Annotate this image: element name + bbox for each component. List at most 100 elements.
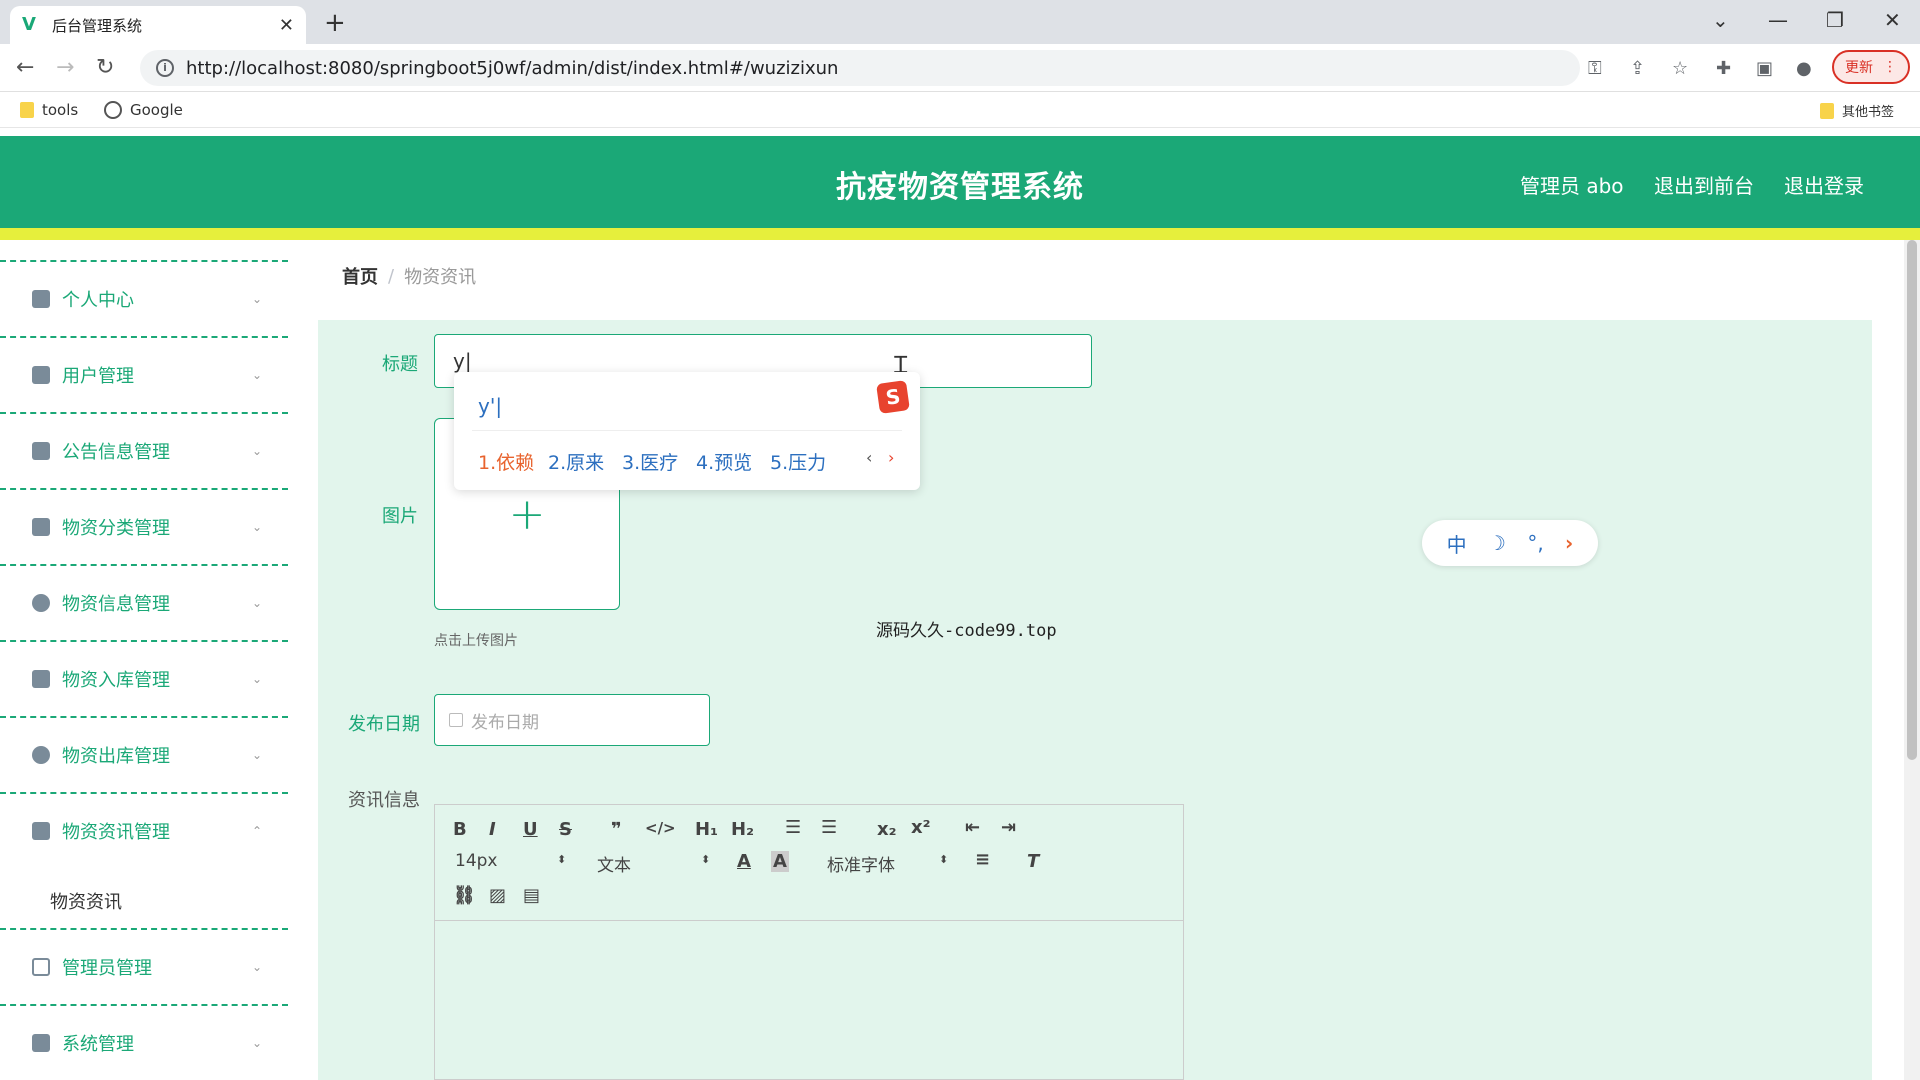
page-scrollbar[interactable]: [1904, 240, 1920, 1080]
breadcrumb-home[interactable]: 首页: [342, 263, 378, 289]
ime-expand-icon[interactable]: ›: [1565, 531, 1573, 555]
person-icon: [32, 518, 50, 536]
chevron-down-icon: ⌄: [251, 960, 262, 974]
ime-next-icon[interactable]: ›: [888, 448, 894, 467]
sidebar-item-goods[interactable]: 物资信息管理 ⌄: [0, 564, 288, 640]
bookmark-tools[interactable]: tools: [20, 101, 78, 119]
submenu-news[interactable]: 物资资讯: [50, 888, 122, 914]
tab-search-icon[interactable]: ⌄: [1712, 8, 1729, 32]
sidebar-item-admin[interactable]: 管理员管理 ⌄: [0, 928, 288, 1004]
bold-icon[interactable]: B: [453, 819, 467, 840]
title-label: 标题: [382, 354, 418, 375]
breadcrumb-current: 物资资讯: [404, 267, 477, 288]
h1-icon[interactable]: H₁: [695, 819, 718, 840]
sidebar-item-personal[interactable]: 个人中心 ⌄: [0, 260, 288, 336]
reload-icon[interactable]: ↻: [96, 55, 114, 80]
user-icon: [32, 290, 50, 308]
bookmark-google[interactable]: Google: [104, 101, 183, 119]
back-icon[interactable]: ←: [16, 55, 34, 80]
other-bookmarks[interactable]: 其他书签: [1820, 101, 1894, 120]
sidebar: 个人中心 ⌄ 用户管理 ⌄ 公告信息管理 ⌄ 物资分类管理 ⌄ 物资信息管理 ⌄…: [0, 240, 300, 1080]
update-button[interactable]: 更新 ⋮: [1832, 50, 1910, 84]
ime-candidate-popup: y'| S 1.依赖 2.原来 3.医疗 4.预览 5.压力 ‹ ›: [454, 372, 920, 490]
sidebar-item-users[interactable]: 用户管理 ⌄: [0, 336, 288, 412]
font-color-icon[interactable]: A: [737, 851, 751, 872]
sidebar-item-system[interactable]: 系统管理 ⌄: [0, 1004, 288, 1080]
clock-icon: [32, 594, 50, 612]
bulb-icon: [32, 746, 50, 764]
outdent-icon[interactable]: ⇤: [965, 817, 980, 838]
ime-chinese-mode[interactable]: 中: [1447, 529, 1467, 558]
breadcrumb-separator: /: [388, 265, 395, 287]
key-icon[interactable]: ⚿: [1588, 58, 1602, 79]
clear-format-icon[interactable]: T: [1027, 851, 1039, 872]
sidebar-item-category[interactable]: 物资分类管理 ⌄: [0, 488, 288, 564]
select-arrows-icon: ⬍: [701, 853, 711, 866]
sidebar-item-inbound[interactable]: 物资入库管理 ⌄: [0, 640, 288, 716]
bullet-list-icon[interactable]: ☰: [821, 817, 837, 838]
sidebar-item-news[interactable]: 物资资讯管理 ⌃: [0, 792, 288, 868]
star-icon[interactable]: ☆: [1672, 58, 1688, 79]
restore-icon[interactable]: ❐: [1826, 8, 1844, 32]
sidepanel-icon[interactable]: ▣: [1756, 58, 1773, 79]
browser-tab-bar: V 后台管理系统 ✕ + ⌄ — ❐ ✕: [0, 0, 1920, 44]
h2-icon[interactable]: H₂: [731, 819, 754, 840]
logout-link[interactable]: 退出登录: [1784, 170, 1864, 199]
chevron-down-icon: ⌄: [251, 444, 262, 458]
indent-icon[interactable]: ⇥: [1001, 817, 1016, 838]
new-tab-icon[interactable]: +: [324, 8, 346, 38]
font-family-select[interactable]: 标准字体 ⬍: [827, 851, 948, 876]
sidebar-item-label: 物资出库管理: [62, 746, 170, 767]
subscript-icon[interactable]: x₂: [877, 819, 897, 840]
breadcrumb: 首页 / 物资资讯: [318, 244, 1872, 308]
superscript-icon[interactable]: x²: [911, 817, 931, 838]
sidebar-item-outbound[interactable]: 物资出库管理 ⌄: [0, 716, 288, 792]
overlay-text: 源码久久-code99.top: [876, 621, 1057, 641]
chevron-down-icon: ⌄: [251, 368, 262, 382]
ime-candidate[interactable]: 4.预览: [696, 448, 752, 475]
select-arrows-icon: ⬍: [557, 853, 567, 866]
forward-icon[interactable]: →: [56, 55, 74, 80]
link-icon[interactable]: ⛓: [453, 885, 476, 906]
chevron-down-icon: ⌄: [251, 672, 262, 686]
paragraph-select[interactable]: 文本 ⬍: [597, 851, 711, 876]
ime-candidate[interactable]: 1.依赖: [478, 448, 534, 475]
align-icon[interactable]: ≡: [975, 849, 990, 870]
close-tab-icon[interactable]: ✕: [279, 15, 294, 36]
italic-icon[interactable]: I: [489, 819, 496, 840]
video-icon[interactable]: ▤: [523, 885, 540, 906]
ordered-list-icon[interactable]: ☰: [785, 817, 801, 838]
underline-icon[interactable]: U: [523, 819, 538, 840]
site-info-icon[interactable]: i: [156, 59, 174, 77]
sidebar-item-label: 物资入库管理: [62, 670, 170, 691]
browser-tab[interactable]: V 后台管理系统 ✕: [10, 6, 306, 44]
font-size-select[interactable]: 14px ⬍: [455, 851, 567, 871]
back-to-front-link[interactable]: 退出到前台: [1654, 170, 1754, 199]
ime-punctuation-icon[interactable]: °,: [1527, 531, 1543, 555]
ime-candidate[interactable]: 5.压力: [770, 448, 826, 475]
profile-icon[interactable]: ●: [1796, 58, 1812, 79]
tab-title: 后台管理系统: [52, 16, 143, 35]
background-color-icon[interactable]: A: [771, 851, 789, 872]
publish-date-input[interactable]: 发布日期: [434, 694, 710, 746]
image-icon[interactable]: ▨: [489, 885, 506, 906]
close-window-icon[interactable]: ✕: [1884, 8, 1901, 32]
share-icon[interactable]: ⇪: [1630, 58, 1645, 79]
ime-candidate[interactable]: 2.原来: [548, 448, 604, 475]
sidebar-item-notice[interactable]: 公告信息管理 ⌄: [0, 412, 288, 488]
strike-icon[interactable]: S: [559, 819, 572, 840]
minimize-icon[interactable]: —: [1768, 8, 1788, 32]
ime-status-bar[interactable]: 中 ☽ °, ›: [1422, 520, 1598, 566]
header-accent-bar: [0, 228, 1920, 240]
checklist-icon: [32, 670, 50, 688]
code-icon[interactable]: </>: [645, 819, 676, 837]
ime-halfwidth-icon[interactable]: ☽: [1488, 531, 1506, 555]
url-bar[interactable]: i http://localhost:8080/springboot5j0wf/…: [140, 50, 1580, 86]
font-family-value: 标准字体: [827, 856, 895, 876]
ime-prev-icon[interactable]: ‹: [866, 448, 872, 467]
ime-candidate[interactable]: 3.医疗: [622, 448, 678, 475]
extensions-icon[interactable]: ✚: [1716, 58, 1731, 79]
scrollbar-thumb[interactable]: [1907, 240, 1917, 760]
quote-icon[interactable]: ❞: [611, 819, 622, 840]
ime-divider: [472, 430, 902, 431]
